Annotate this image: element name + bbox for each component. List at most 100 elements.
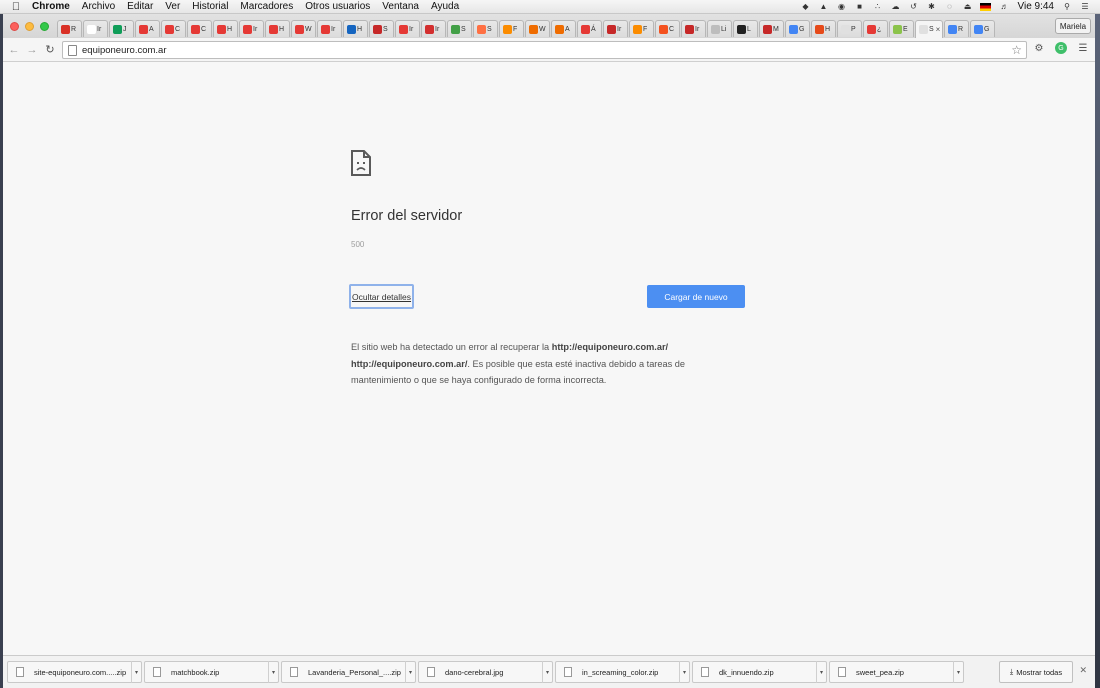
reload-page-button[interactable]: Cargar de nuevo — [647, 285, 745, 308]
tab[interactable]: W — [291, 20, 316, 37]
bookmark-star-icon[interactable]: ☆ — [1011, 43, 1022, 57]
download-filename: site-equiponeuro.com.....zip — [34, 667, 127, 677]
download-item[interactable]: Lavanderia_Personal_....zip ▾ — [281, 661, 416, 683]
download-menu-chevron-icon[interactable]: ▾ — [679, 661, 689, 683]
tab[interactable]: H — [343, 20, 368, 37]
ai-icon[interactable]: ▲ — [818, 2, 828, 11]
tab[interactable]: Ir — [421, 20, 446, 37]
eject-icon[interactable]: ⏏ — [962, 2, 972, 11]
tab[interactable]: S — [447, 20, 472, 37]
close-shelf-icon[interactable]: ✕ — [1079, 665, 1087, 676]
tab[interactable]: Ir — [239, 20, 264, 37]
menu-otros-usuarios[interactable]: Otros usuarios — [299, 1, 376, 12]
time-machine-icon[interactable]: ↺ — [908, 2, 918, 11]
menu-editar[interactable]: Editar — [121, 1, 159, 12]
tab[interactable]: A — [135, 20, 160, 37]
grammarly-extension-icon[interactable]: G — [1055, 42, 1067, 54]
download-item[interactable]: dk_innuendo.zip ▾ — [692, 661, 827, 683]
spotlight-search-icon[interactable]: ⚲ — [1062, 2, 1072, 11]
close-window-button[interactable] — [10, 22, 19, 31]
tab[interactable]: Ir — [83, 20, 108, 37]
tab[interactable]: L — [733, 20, 758, 37]
volume-icon[interactable]: ♬ — [999, 2, 1009, 11]
download-filename: in_screaming_color.zip — [582, 667, 659, 677]
tab[interactable]: Ir — [603, 20, 628, 37]
bluetooth-icon[interactable]: ✱ — [926, 2, 936, 11]
tab-favicon-icon — [815, 24, 824, 34]
address-url[interactable]: equiponeuro.com.ar — [82, 45, 167, 56]
tab-title: Li — [721, 25, 727, 33]
download-menu-chevron-icon[interactable]: ▾ — [268, 661, 278, 683]
tab[interactable]: H — [265, 20, 290, 37]
tab[interactable]: G — [970, 20, 995, 37]
address-bar[interactable]: equiponeuro.com.ar ☆ — [62, 41, 1027, 59]
download-menu-chevron-icon[interactable]: ▾ — [816, 661, 826, 683]
tab-favicon-icon — [711, 24, 720, 34]
tab-favicon-icon — [685, 24, 694, 34]
menu-ver[interactable]: Ver — [159, 1, 186, 12]
hide-details-button[interactable]: Ocultar detalles — [349, 284, 414, 309]
download-menu-chevron-icon[interactable]: ▾ — [131, 661, 141, 683]
back-arrow-icon[interactable]: ← — [7, 43, 21, 57]
tab[interactable]: C — [187, 20, 212, 37]
download-menu-chevron-icon[interactable]: ▾ — [405, 661, 415, 683]
tab[interactable]: P — [837, 20, 862, 37]
menubar-clock[interactable]: Vie 9:44 — [1017, 1, 1054, 12]
notification-center-icon[interactable]: ☰ — [1080, 2, 1090, 11]
download-item[interactable]: dano-cerebral.jpg ▾ — [418, 661, 553, 683]
maximize-window-button[interactable] — [40, 22, 49, 31]
tab[interactable]: C — [161, 20, 186, 37]
profile-button[interactable]: Mariela — [1055, 18, 1091, 34]
download-item[interactable]: sweet_pea.zip ▾ — [829, 661, 964, 683]
download-item[interactable]: site-equiponeuro.com.....zip ▾ — [7, 661, 142, 683]
tab[interactable]: G — [785, 20, 810, 37]
download-menu-chevron-icon[interactable]: ▾ — [542, 661, 552, 683]
tab-active[interactable]: S × — [915, 20, 943, 38]
evernote-icon[interactable]: ■ — [854, 2, 864, 11]
download-menu-chevron-icon[interactable]: ▾ — [953, 661, 963, 683]
tab-close-icon[interactable]: × — [936, 25, 941, 34]
page-info-icon[interactable] — [68, 44, 77, 56]
tab[interactable]: H — [811, 20, 836, 37]
menu-historial[interactable]: Historial — [186, 1, 234, 12]
tab[interactable]: F — [499, 20, 524, 37]
tab[interactable]: W — [525, 20, 550, 37]
menu-marcadores[interactable]: Marcadores — [234, 1, 299, 12]
tab[interactable]: J — [109, 20, 134, 37]
tab[interactable]: Li — [707, 20, 732, 37]
tab[interactable]: S — [369, 20, 394, 37]
forward-arrow-icon[interactable]: → — [25, 43, 39, 57]
download-item[interactable]: in_screaming_color.zip ▾ — [555, 661, 690, 683]
cloud-icon[interactable]: ☁ — [890, 2, 900, 11]
tab[interactable]: F — [629, 20, 654, 37]
tab[interactable]: E — [889, 20, 914, 37]
menu-ventana[interactable]: Ventana — [376, 1, 425, 12]
dropbox-icon[interactable]: ◆ — [800, 2, 810, 11]
tab[interactable]: M — [759, 20, 784, 37]
tab[interactable]: R — [57, 20, 82, 37]
show-all-downloads-button[interactable]: ⤓ Mostrar todas — [999, 661, 1073, 683]
menu-app-name[interactable]: Chrome — [26, 1, 76, 12]
apple-menu-icon[interactable]:  — [6, 1, 26, 13]
extension-icon[interactable]: ⚙ — [1033, 42, 1045, 54]
tab[interactable]: Ir — [681, 20, 706, 37]
tab[interactable]: A — [551, 20, 576, 37]
tab[interactable]: Ir — [317, 20, 342, 37]
menu-ayuda[interactable]: Ayuda — [425, 1, 465, 12]
circle-icon[interactable]: ◉ — [836, 2, 846, 11]
tab[interactable]: ¿ — [863, 20, 888, 37]
reload-icon[interactable]: ↻ — [43, 43, 57, 57]
download-item[interactable]: matchbook.zip ▾ — [144, 661, 279, 683]
menu-archivo[interactable]: Archivo — [76, 1, 121, 12]
tab[interactable]: Á — [577, 20, 602, 37]
tab[interactable]: R — [944, 20, 969, 37]
tab[interactable]: Ir — [395, 20, 420, 37]
wifi-sync-icon[interactable]: ∴ — [872, 2, 882, 11]
minimize-window-button[interactable] — [25, 22, 34, 31]
tab[interactable]: C — [655, 20, 680, 37]
wifi-icon[interactable]: ◌ — [944, 2, 954, 11]
tab[interactable]: H — [213, 20, 238, 37]
chrome-menu-icon[interactable]: ☰ — [1077, 42, 1089, 54]
tab[interactable]: S — [473, 20, 498, 37]
flag-icon[interactable] — [980, 2, 992, 11]
